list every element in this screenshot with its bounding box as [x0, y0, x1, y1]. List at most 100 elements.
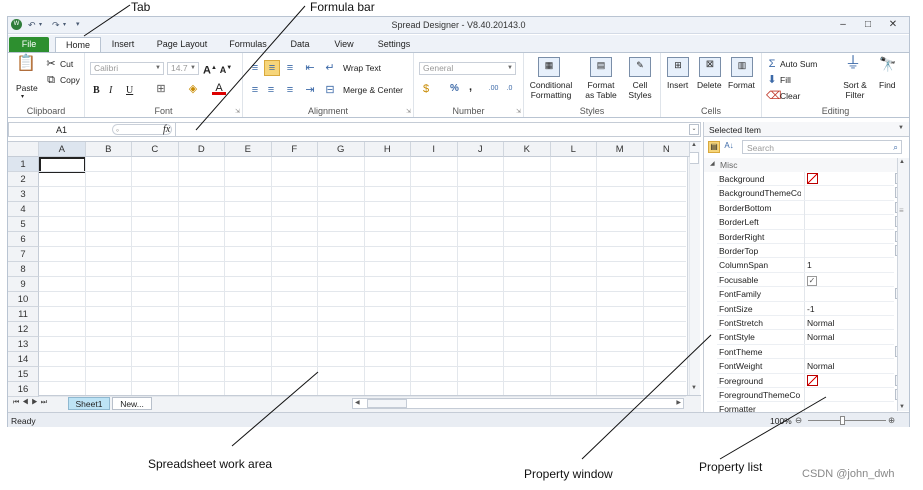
sort-filter-button[interactable]: Sort & Filter — [840, 80, 870, 100]
collapse-category-icon[interactable]: ◢ — [710, 160, 715, 167]
column-header-e[interactable]: E — [225, 142, 272, 157]
autosum-button[interactable]: Auto Sum — [780, 59, 817, 69]
column-header-i[interactable]: I — [411, 142, 458, 157]
merge-icon[interactable]: ⊟ — [323, 83, 337, 97]
clear-icon[interactable]: ⌫ — [766, 89, 782, 103]
find-button[interactable]: Find — [879, 80, 896, 90]
property-row[interactable]: BorderLeft▼ — [717, 215, 906, 230]
align-center-icon[interactable]: ≡ — [264, 83, 278, 97]
sheet-tab-sheet1[interactable]: Sheet1 — [68, 397, 110, 410]
indent-increase-icon[interactable]: ⇥ — [303, 83, 317, 97]
color-swatch-icon[interactable] — [807, 173, 818, 184]
delete-cells-button[interactable]: Delete — [697, 80, 722, 90]
property-row[interactable]: ForegroundThemeCo▼ — [717, 388, 906, 403]
cell-reference-box[interactable]: A1 — [56, 125, 67, 135]
row-header-10[interactable]: 10 — [8, 292, 39, 307]
cut-button[interactable]: Cut — [60, 59, 73, 69]
maximize-button[interactable]: □ — [857, 18, 879, 32]
row-header-4[interactable]: 4 — [8, 202, 39, 217]
zoom-in-icon[interactable]: ⊕ — [888, 415, 895, 426]
align-left-icon[interactable]: ≡ — [248, 83, 262, 97]
font-launcher-icon[interactable]: ⇲ — [235, 108, 240, 115]
property-value[interactable] — [804, 215, 894, 230]
tab-view[interactable]: View — [330, 37, 358, 52]
column-header-c[interactable]: C — [132, 142, 179, 157]
property-row[interactable]: ColumnSpan 1 — [717, 258, 894, 273]
format-as-table-icon[interactable]: ▤ — [590, 57, 612, 77]
property-row[interactable]: Foreground▼ — [717, 373, 906, 388]
row-header-16[interactable]: 16 — [8, 382, 39, 397]
scroll-left-icon[interactable]: ◀ — [355, 399, 360, 406]
property-value[interactable]: Normal — [804, 330, 894, 345]
wrap-text-icon[interactable]: ↵ — [323, 61, 337, 75]
vertical-scroll-thumb[interactable] — [689, 152, 699, 164]
conditional-formatting-icon[interactable]: ▦ — [538, 57, 560, 77]
property-value[interactable]: 1 — [804, 258, 894, 273]
property-row[interactable]: Background▼ — [717, 172, 906, 187]
zoom-slider-thumb[interactable] — [840, 416, 845, 425]
align-right-icon[interactable]: ≡ — [283, 83, 297, 97]
horizontal-scrollbar[interactable]: ◀ ▶ — [352, 398, 684, 409]
column-header-a[interactable]: A — [39, 142, 86, 157]
property-value[interactable] — [804, 344, 894, 359]
checkbox[interactable]: ✓ — [807, 275, 817, 286]
property-row[interactable]: Focusable ✓ — [717, 272, 894, 288]
property-value[interactable] — [804, 186, 894, 201]
underline-button[interactable]: U — [126, 85, 133, 96]
categorized-view-icon[interactable]: ▤ — [708, 141, 720, 153]
alignment-launcher-icon[interactable]: ⇲ — [406, 108, 411, 115]
scroll-right-icon[interactable]: ▶ — [676, 399, 681, 406]
row-header-11[interactable]: 11 — [8, 307, 39, 322]
spreadsheet-work-area[interactable]: ▲ ▼ ⏮◀▶⏭ Sheet1 New... ◀ ▶ ABCDEFGHIJKLM… — [8, 141, 701, 412]
category-misc[interactable]: ◢ Misc — [704, 158, 909, 172]
row-header-9[interactable]: 9 — [8, 277, 39, 292]
formula-circle-icon[interactable]: ◦ — [116, 125, 119, 135]
column-header-g[interactable]: G — [318, 142, 365, 157]
sort-alphabetical-icon[interactable]: A↓ — [722, 141, 736, 153]
number-launcher-icon[interactable]: ⇲ — [516, 108, 521, 115]
borders-icon[interactable]: ⊞ — [153, 82, 169, 96]
row-header-7[interactable]: 7 — [8, 247, 39, 262]
clear-button[interactable]: Clear — [780, 91, 800, 101]
align-top-icon[interactable]: ≡ — [248, 61, 262, 75]
row-header-8[interactable]: 8 — [8, 262, 39, 277]
paste-icon[interactable]: 📋 — [16, 56, 36, 79]
tab-home[interactable]: Home — [55, 37, 101, 52]
property-row[interactable]: BackgroundThemeCo▼ — [717, 186, 906, 201]
property-value[interactable]: Normal — [804, 359, 894, 374]
currency-icon[interactable]: $ — [419, 82, 433, 96]
column-header-n[interactable]: N — [643, 142, 690, 157]
horizontal-scroll-thumb[interactable] — [367, 399, 407, 408]
selected-item-dropdown[interactable]: Selected Item ▼ — [704, 122, 909, 137]
column-header-b[interactable]: B — [85, 142, 132, 157]
column-header-l[interactable]: L — [550, 142, 597, 157]
property-row[interactable]: FontStretch Normal — [717, 316, 894, 331]
merge-center-button[interactable]: Merge & Center — [343, 85, 403, 95]
row-header-15[interactable]: 15 — [8, 367, 39, 382]
font-family-select[interactable]: Calibri ▼ — [90, 62, 164, 75]
wrap-text-button[interactable]: Wrap Text — [343, 63, 381, 73]
property-row[interactable]: FontFamily▼ — [717, 287, 906, 302]
number-format-select[interactable]: General ▼ — [419, 62, 516, 75]
column-header-f[interactable]: F — [271, 142, 318, 157]
fx-icon[interactable]: fx — [163, 124, 170, 135]
sheet-tab-new[interactable]: New... — [112, 397, 152, 410]
property-value[interactable]: Normal — [804, 316, 894, 330]
insert-cells-button[interactable]: Insert — [667, 80, 688, 90]
prop-scroll-grip-icon[interactable]: ≡ — [899, 206, 904, 215]
property-value[interactable] — [804, 229, 894, 244]
format-cells-button[interactable]: Format — [728, 80, 755, 90]
tab-page-layout[interactable]: Page Layout — [153, 37, 211, 52]
column-header-d[interactable]: D — [178, 142, 225, 157]
paste-button[interactable]: Paste — [16, 83, 38, 93]
format-as-table-button[interactable]: Format as Table — [581, 80, 621, 100]
select-all-corner[interactable] — [8, 142, 39, 157]
column-header-m[interactable]: M — [597, 142, 644, 157]
fill-icon[interactable]: ⬇ — [766, 73, 778, 87]
sheet-nav-icons[interactable]: ⏮◀▶⏭ — [13, 399, 50, 407]
prop-scroll-up-icon[interactable]: ▲ — [899, 159, 905, 165]
prop-scroll-down-icon[interactable]: ▼ — [899, 404, 905, 410]
sort-filter-icon[interactable]: ⏚ — [842, 56, 864, 77]
close-button[interactable]: ✕ — [882, 18, 904, 32]
row-header-3[interactable]: 3 — [8, 187, 39, 202]
